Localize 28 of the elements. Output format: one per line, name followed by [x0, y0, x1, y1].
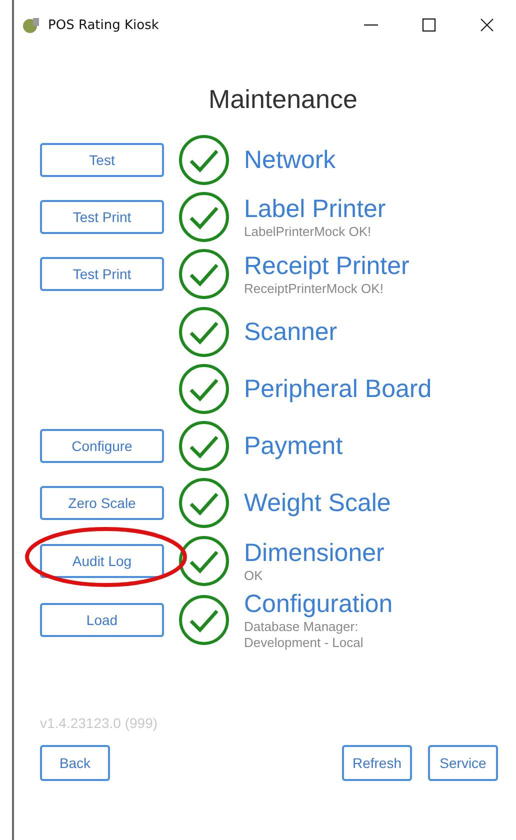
window-title: POS Rating Kiosk — [48, 18, 160, 32]
footer-button[interactable]: Refresh — [342, 744, 412, 781]
device-name: Dimensioner — [244, 538, 386, 568]
device-action-button[interactable]: Test — [40, 142, 164, 177]
device-detail: LabelPrinterMock OK! — [244, 224, 372, 240]
device-action-button[interactable]: Configure — [40, 429, 164, 464]
device-action-button[interactable]: Test Print — [40, 200, 164, 234]
device-action-button[interactable]: Load — [40, 603, 164, 638]
device-action-button[interactable]: Zero Scale — [40, 486, 164, 520]
device-name: Label Printer — [244, 194, 387, 224]
app-icon — [22, 16, 40, 34]
device-action-button[interactable]: Test Print — [40, 257, 164, 292]
device-name: Configuration — [244, 589, 394, 620]
footer-button[interactable]: Service — [428, 744, 498, 781]
device-name: Receipt Printer — [244, 251, 410, 282]
page-heading: Maintenance — [208, 84, 358, 115]
device-name: Scanner — [244, 316, 338, 347]
device-name: Network — [244, 144, 337, 175]
maximize-icon[interactable] — [421, 17, 437, 33]
device-name: Weight Scale — [244, 488, 392, 518]
device-name: Payment — [244, 431, 344, 462]
device-detail: Database Manager: Development - Local — [244, 619, 364, 652]
footer-button[interactable]: Back — [40, 744, 110, 781]
device-detail: OK — [244, 568, 264, 584]
device-name: Peripheral Board — [244, 374, 433, 404]
device-action-button[interactable]: Audit Log — [40, 544, 164, 578]
device-detail: ReceiptPrinterMock OK! — [244, 281, 384, 298]
close-icon[interactable] — [479, 17, 495, 33]
